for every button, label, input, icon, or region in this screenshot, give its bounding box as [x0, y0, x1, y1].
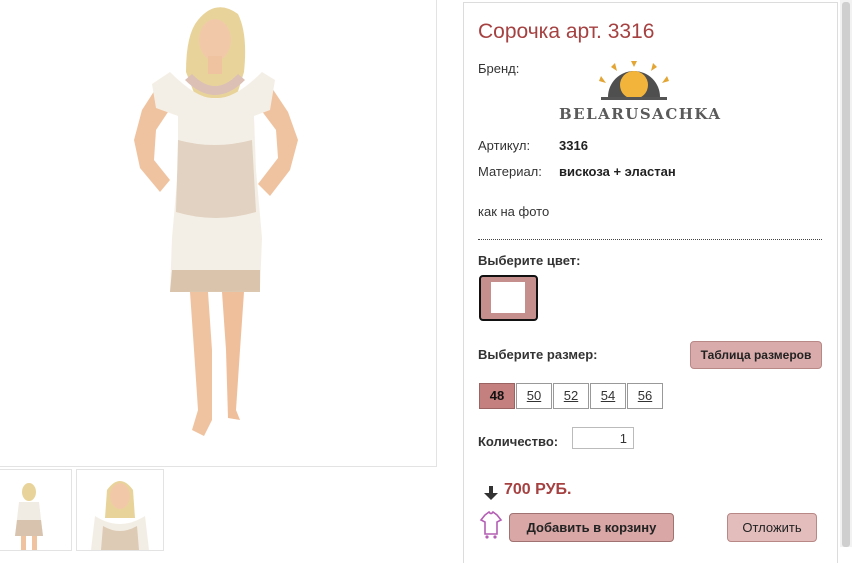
color-swatch[interactable] — [479, 275, 538, 321]
add-to-cart-button[interactable]: Добавить в корзину — [509, 513, 674, 542]
thumbnail-2[interactable] — [76, 469, 164, 551]
color-swatch-inner — [491, 282, 525, 313]
arrow-down-icon — [484, 486, 498, 500]
thumbnail-model-image — [91, 481, 149, 550]
article-value: 3316 — [559, 138, 588, 153]
quantity-input[interactable] — [572, 427, 634, 449]
product-info-panel: Сорочка арт. 3316 Бренд: BELARUSACHKA Ар… — [463, 2, 838, 563]
material-label: Материал: — [478, 164, 542, 179]
product-title: Сорочка арт. 3316 — [478, 20, 655, 43]
size-table-button[interactable]: Таблица размеров — [690, 341, 822, 369]
quantity-label: Количество: — [478, 434, 559, 449]
model-dress-illustration — [134, 7, 298, 436]
brand-label: Бренд: — [478, 61, 520, 76]
color-select-title: Выберите цвет: — [478, 253, 581, 268]
material-value: вискоза + эластан — [559, 164, 676, 179]
thumbnail-1[interactable] — [0, 469, 72, 551]
size-option-52[interactable]: 52 — [553, 383, 589, 409]
thumbnail-model-image — [15, 483, 43, 550]
shirt-cart-icon[interactable] — [478, 509, 504, 539]
size-option-50[interactable]: 50 — [516, 383, 552, 409]
divider — [478, 239, 822, 240]
product-description: как на фото — [478, 204, 550, 219]
size-select-title: Выберите размер: — [478, 347, 598, 362]
brand-name: BELARUSACHKA — [559, 105, 722, 123]
size-option-48[interactable]: 48 — [479, 383, 515, 409]
size-options: 48 50 52 54 56 — [479, 383, 664, 409]
sun-logo-icon — [599, 61, 669, 100]
size-option-54[interactable]: 54 — [590, 383, 626, 409]
brand-logo[interactable]: BELARUSACHKA — [559, 61, 722, 127]
article-label: Артикул: — [478, 138, 531, 153]
scrollbar-thumb[interactable] — [842, 2, 850, 547]
price-value: 700 РУБ. — [504, 481, 572, 498]
size-option-56[interactable]: 56 — [627, 383, 663, 409]
postpone-button[interactable]: Отложить — [727, 513, 817, 542]
product-main-image[interactable] — [0, 0, 437, 467]
